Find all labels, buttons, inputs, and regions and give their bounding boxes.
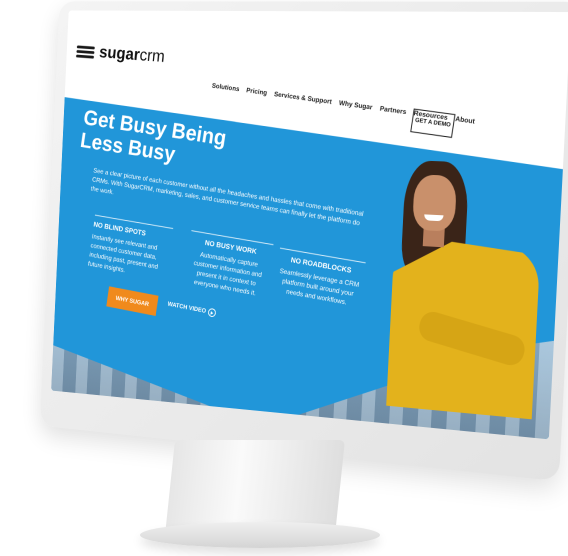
play-circle-icon [207, 307, 217, 318]
monitor-stand-base [140, 522, 380, 548]
nav-partners[interactable]: Partners [379, 106, 406, 116]
nav-solutions[interactable]: Solutions [211, 83, 239, 93]
monitor: sugarcrm Solutions Pricing Services & Su… [0, 1, 568, 482]
sugarcrm-logo-icon [76, 43, 95, 59]
monitor-stand-neck [165, 440, 345, 535]
monitor-bezel: sugarcrm Solutions Pricing Services & Su… [39, 1, 568, 482]
nav-pricing[interactable]: Pricing [246, 87, 268, 96]
nav-services-support[interactable]: Services & Support [274, 91, 333, 106]
screen: sugarcrm Solutions Pricing Services & Su… [51, 10, 568, 440]
nav-why-sugar[interactable]: Why Sugar [338, 100, 372, 111]
get-a-demo-button[interactable]: GET A DEMO [410, 108, 456, 138]
hero-photo-woman [386, 160, 545, 420]
nav-about[interactable]: About [455, 116, 476, 126]
